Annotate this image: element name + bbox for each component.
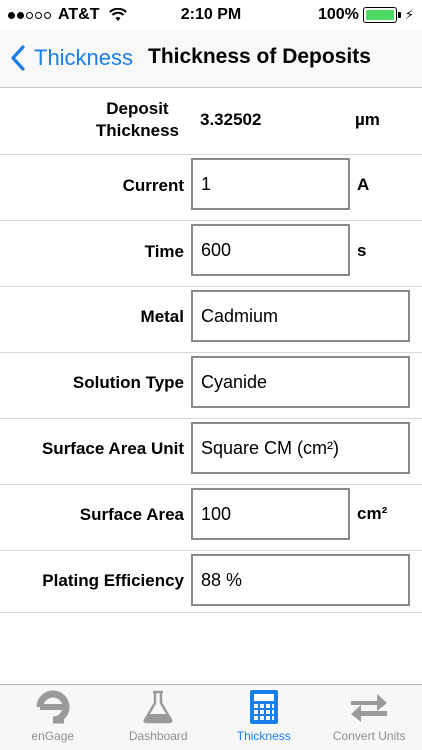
surface-area-label: Surface Area xyxy=(79,505,184,524)
row-current: Current 1 A xyxy=(0,155,422,221)
tab-dashboard[interactable]: Dashboard xyxy=(106,685,212,750)
row-time: Time 600 s xyxy=(0,221,422,287)
deposit-thickness-label-line1: Deposit xyxy=(106,99,169,118)
time-label: Time xyxy=(144,242,184,261)
calculator-icon xyxy=(244,689,284,725)
deposit-thickness-label: Deposit Thickness xyxy=(96,98,179,142)
navigation-bar: Thickness Thickness of Deposits xyxy=(0,30,422,88)
swap-arrows-icon xyxy=(349,689,389,725)
tab-dashboard-label: Dashboard xyxy=(128,729,188,743)
deposit-thickness-label-line2: Thickness xyxy=(95,121,179,140)
back-button[interactable]: Thickness xyxy=(10,42,133,74)
row-surface-area-unit: Surface Area Unit Square CM (cm²) xyxy=(0,419,422,485)
plating-efficiency-select[interactable]: 88 % xyxy=(191,554,410,606)
solution-type-label: Solution Type xyxy=(72,373,184,392)
battery-icon xyxy=(362,7,401,23)
battery-percent: 100% xyxy=(317,6,359,23)
chevron-left-icon xyxy=(11,45,25,71)
row-deposit-thickness: Deposit Thickness 3.32502 µm xyxy=(0,89,422,155)
metal-label: Metal xyxy=(140,307,184,326)
deposit-thickness-value: 3.32502 xyxy=(200,110,262,129)
surface-area-input[interactable]: 100 xyxy=(191,488,350,540)
tab-thickness[interactable]: Thickness xyxy=(211,685,317,750)
flask-icon xyxy=(138,689,178,725)
charging-bolt-icon: ⚡ xyxy=(404,7,414,22)
tab-convert-units-label: Convert Units xyxy=(332,729,406,743)
time-unit: s xyxy=(357,241,367,260)
tab-bar: enGage Dashboard Thickness Convert Units xyxy=(0,684,422,750)
row-plating-efficiency: Plating Efficiency 88 % xyxy=(0,551,422,613)
row-metal: Metal Cadmium xyxy=(0,287,422,353)
deposit-thickness-unit: µm xyxy=(355,110,380,129)
engage-logo-icon xyxy=(33,689,73,725)
current-unit: A xyxy=(357,175,370,194)
time-input[interactable]: 600 xyxy=(191,224,350,276)
status-bar: AT&T 2:10 PM 100% ⚡ xyxy=(0,0,422,30)
current-label: Current xyxy=(122,176,184,195)
row-surface-area: Surface Area 100 cm² xyxy=(0,485,422,551)
tab-thickness-label: Thickness xyxy=(236,729,291,743)
tab-convert-units[interactable]: Convert Units xyxy=(317,685,422,750)
tab-engage-label: enGage xyxy=(31,729,75,743)
tab-engage[interactable]: enGage xyxy=(0,685,106,750)
surface-area-unit-suffix: cm² xyxy=(357,504,388,523)
back-button-label: Thickness xyxy=(34,45,134,70)
surface-area-unit-label: Surface Area Unit xyxy=(41,439,184,458)
status-right: 100% ⚡ xyxy=(318,6,414,24)
plating-efficiency-label: Plating Efficiency xyxy=(42,571,184,590)
row-solution-type: Solution Type Cyanide xyxy=(0,353,422,419)
metal-select[interactable]: Cadmium xyxy=(191,290,410,342)
current-input[interactable]: 1 xyxy=(191,158,350,210)
solution-type-select[interactable]: Cyanide xyxy=(191,356,410,408)
page-title: Thickness of Deposits xyxy=(148,45,371,68)
surface-area-unit-select[interactable]: Square CM (cm²) xyxy=(191,422,410,474)
